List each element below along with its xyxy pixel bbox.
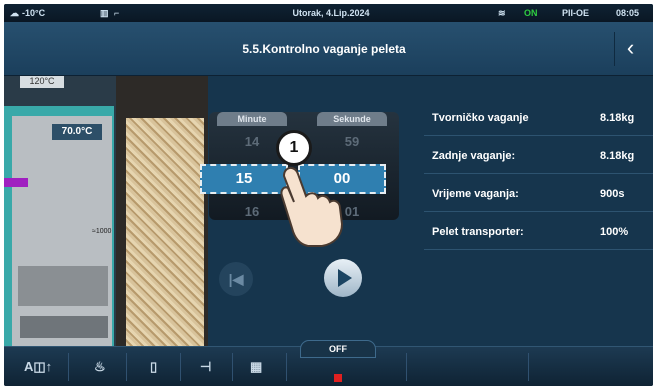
tap-icon[interactable]: ⊣: [200, 359, 211, 375]
burner-grate: [18, 266, 108, 306]
level-marker: [4, 178, 28, 187]
minutes-header: Minute: [217, 112, 287, 126]
skip-back-icon: |◀: [228, 271, 244, 287]
tap-status-icon: ⌐: [114, 8, 120, 18]
on-badge: ON: [524, 8, 538, 18]
info-row: Zadnje vaganje: 8.18kg: [424, 138, 653, 174]
pellet-fill: [126, 118, 204, 346]
boiler-temp: 70.0°C: [52, 124, 102, 140]
boiler-status-icon: ▥: [100, 8, 109, 18]
divider: [180, 353, 181, 381]
flame-icon[interactable]: ♨: [94, 359, 106, 375]
start-weighing-button[interactable]: [324, 259, 362, 297]
boiler-icon[interactable]: ▯: [150, 359, 157, 375]
info-row: Tvorničko vaganje 8.18kg: [424, 100, 653, 136]
info-label: Zadnje vaganje:: [432, 150, 516, 162]
off-indicator: [334, 374, 342, 382]
minutes-input[interactable]: 15: [200, 164, 288, 194]
mode-label: PII-OE: [562, 8, 590, 18]
seconds-header: Sekunde: [317, 112, 387, 126]
play-icon: [338, 269, 352, 287]
wifi-icon: ≋: [498, 8, 506, 18]
auto-mode-icon[interactable]: A◫↑: [24, 359, 52, 375]
level-label: ≈1000: [92, 228, 112, 235]
info-value: 900s: [600, 188, 625, 200]
off-button[interactable]: OFF: [300, 340, 376, 358]
divider: [406, 353, 407, 381]
prev-button[interactable]: |◀: [219, 262, 253, 296]
divider: [126, 353, 127, 381]
chevron-left-icon: ‹: [626, 35, 635, 60]
info-label: Tvorničko vaganje: [432, 112, 529, 124]
info-value: 8.18kg: [600, 112, 635, 124]
radiator-icon[interactable]: ▦: [250, 359, 262, 375]
weighing-info-panel: Tvorničko vaganje 8.18kg Zadnje vaganje:…: [424, 100, 653, 260]
divider: [232, 353, 233, 381]
divider: [286, 353, 287, 381]
pointing-hand-icon: [280, 166, 344, 247]
outside-temp: -10°C: [22, 8, 46, 18]
device-screen: ☁ -10°C ▥ ⌐ Utorak, 4.Lip.2024 ≋ ON PII-…: [4, 4, 653, 386]
step-callout: 1: [276, 130, 312, 166]
info-value: 100%: [600, 226, 629, 238]
clock: 08:05: [616, 8, 640, 18]
page-title: 5.5.Kontrolno vaganje peleta: [242, 42, 406, 56]
flue-temp: 120°C: [20, 76, 64, 88]
info-label: Pelet transporter:: [432, 226, 524, 238]
boiler-illustration: 120°C 70.0°C ≈1000: [4, 76, 208, 346]
divider: [528, 353, 529, 381]
info-label: Vrijeme vaganja:: [432, 188, 519, 200]
ash-drawer: [20, 316, 108, 338]
info-row: Pelet transporter: 100%: [424, 214, 653, 250]
seconds-prev[interactable]: 59: [317, 134, 387, 149]
back-button[interactable]: ‹: [614, 32, 646, 66]
info-value: 8.18kg: [600, 150, 635, 162]
status-bar: ☁ -10°C ▥ ⌐ Utorak, 4.Lip.2024 ≋ ON PII-…: [4, 4, 653, 22]
date-display: Utorak, 4.Lip.2024: [292, 8, 370, 18]
title-bar: 5.5.Kontrolno vaganje peleta ‹: [4, 22, 653, 76]
info-row: Vrijeme vaganja: 900s: [424, 176, 653, 212]
outside-temp-icon: ☁: [10, 8, 19, 18]
divider: [68, 353, 69, 381]
